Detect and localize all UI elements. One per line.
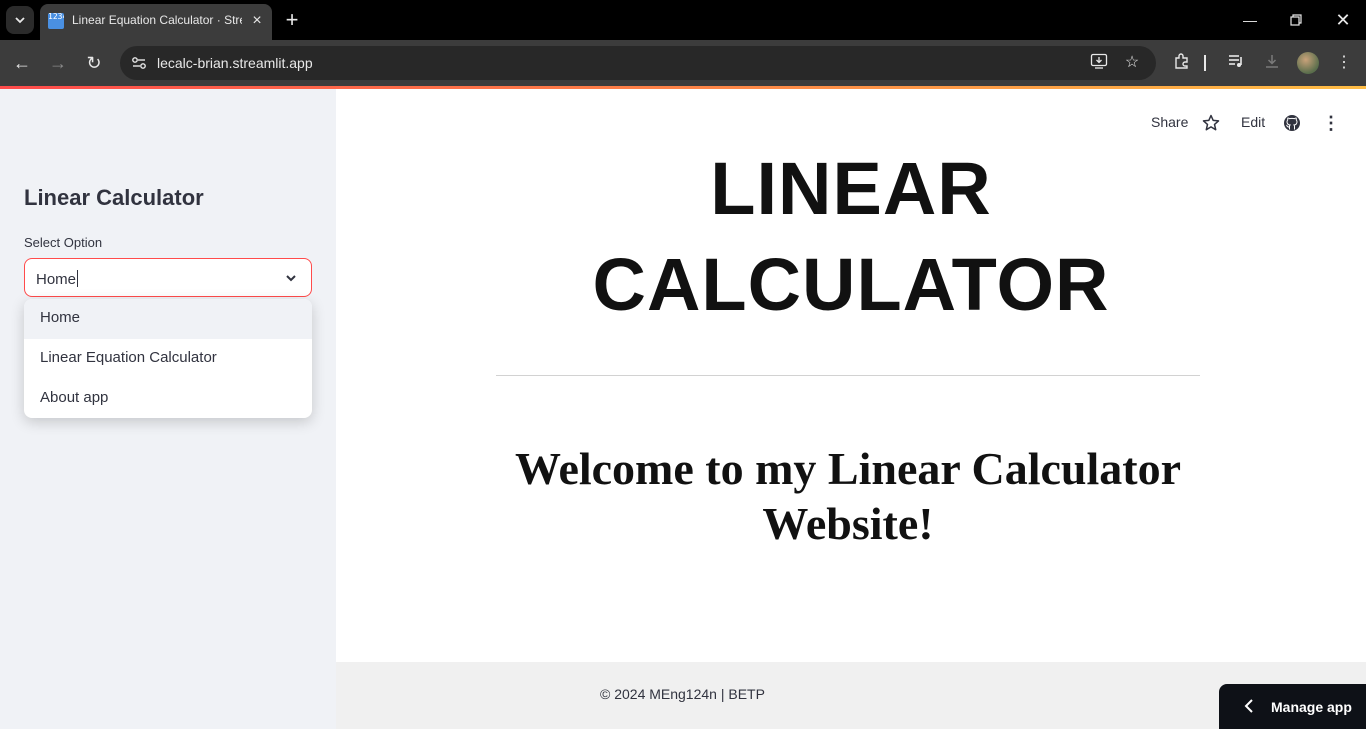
manage-app-button[interactable]: Manage app <box>1219 684 1366 729</box>
forward-icon[interactable]: → <box>47 52 69 74</box>
edit-button[interactable]: Edit <box>1241 114 1265 134</box>
close-window-icon[interactable]: ✕ <box>1331 8 1355 32</box>
tab-close-icon[interactable]: × <box>248 12 266 30</box>
reload-icon[interactable]: ↻ <box>83 52 105 74</box>
sidebar: Linear Calculator Select Option Home Hom… <box>0 89 336 729</box>
divider <box>496 375 1200 376</box>
page-title-line1: LINEAR <box>710 147 992 230</box>
minimize-icon[interactable]: — <box>1238 8 1262 32</box>
footer: © 2024 MEng124n | BETP <box>336 662 1366 729</box>
url-text[interactable]: lecalc-brian.streamlit.app <box>157 55 313 71</box>
extensions-icon[interactable] <box>1171 52 1193 74</box>
tab-title: Linear Equation Calculator · Streamlit <box>72 13 242 27</box>
select-option-label: Select Option <box>24 235 103 250</box>
site-info-icon[interactable] <box>128 52 150 74</box>
browser-menu-icon[interactable]: ⋮ <box>1333 52 1355 74</box>
chevron-left-icon <box>1244 699 1253 713</box>
browser-tab-bar: 1234 Linear Equation Calculator · Stream… <box>0 0 1366 40</box>
new-tab-icon[interactable]: + <box>282 8 302 32</box>
select-current-value[interactable]: Home <box>36 270 79 288</box>
tab-search-button[interactable] <box>6 6 34 34</box>
chevron-down-icon[interactable] <box>281 268 301 288</box>
toolbar-divider <box>1204 52 1206 74</box>
page-title: LINEAR CALCULATOR <box>336 141 1366 333</box>
page-title-line2: CALCULATOR <box>592 243 1110 326</box>
option-home[interactable]: Home <box>24 299 312 339</box>
manage-app-label: Manage app <box>1271 699 1352 715</box>
footer-text: © 2024 MEng124n | BETP <box>600 686 765 702</box>
browser-toolbar: ← → ↻ lecalc-brian.streamlit.app ☆ ⋮ <box>0 40 1366 86</box>
bookmark-star-icon[interactable]: ☆ <box>1121 52 1143 74</box>
downloads-icon[interactable] <box>1261 52 1283 74</box>
star-icon[interactable] <box>1202 114 1220 134</box>
chevron-down-icon <box>15 17 25 24</box>
welcome-line2: Website! <box>762 498 934 549</box>
share-button[interactable]: Share <box>1151 114 1188 134</box>
install-app-icon[interactable] <box>1088 52 1110 74</box>
profile-avatar[interactable] <box>1297 52 1319 74</box>
address-bar[interactable]: lecalc-brian.streamlit.app ☆ <box>120 46 1156 80</box>
option-select[interactable]: Home <box>24 258 312 297</box>
option-about-app[interactable]: About app <box>24 379 312 418</box>
github-icon[interactable] <box>1283 114 1301 134</box>
welcome-line1: Welcome to my Linear Calculator <box>514 443 1181 494</box>
option-dropdown: Home Linear Equation Calculator About ap… <box>24 299 312 418</box>
calculator-favicon-icon: 1234 <box>48 13 64 29</box>
sidebar-title: Linear Calculator <box>24 185 204 210</box>
welcome-heading: Welcome to my Linear Calculator Website! <box>496 441 1200 551</box>
back-icon[interactable]: ← <box>11 52 33 74</box>
option-linear-equation-calculator[interactable]: Linear Equation Calculator <box>24 339 312 379</box>
main-menu-icon[interactable]: ⋮ <box>1322 114 1340 134</box>
media-control-icon[interactable] <box>1225 52 1247 74</box>
browser-tab[interactable]: 1234 Linear Equation Calculator · Stream… <box>40 4 272 40</box>
restore-icon[interactable] <box>1284 8 1308 32</box>
main-content: Share Edit ⋮ LINEAR CALCULATOR Welcome t… <box>336 89 1366 729</box>
